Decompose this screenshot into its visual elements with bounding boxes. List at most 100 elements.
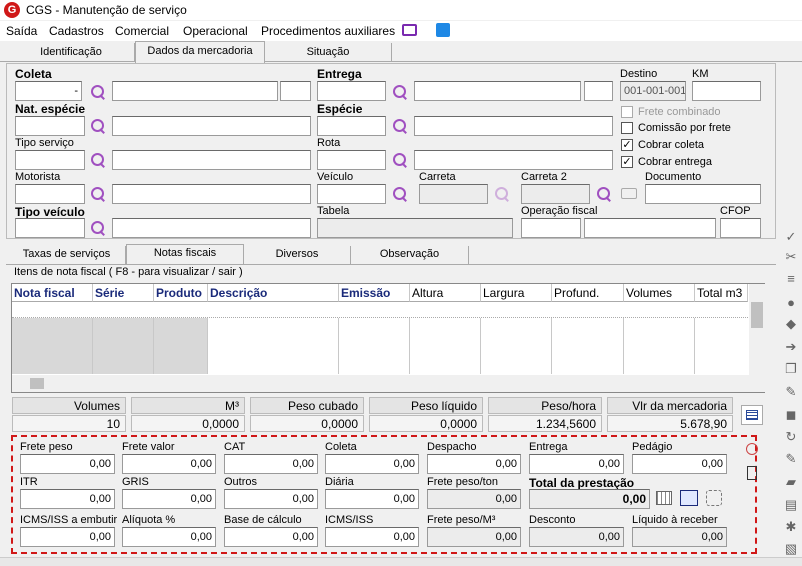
col-volumes[interactable]: Volumes: [624, 284, 695, 302]
veiculo-search-icon[interactable]: [392, 186, 408, 202]
entrega-extra-field[interactable]: [584, 81, 613, 101]
col-total-m3[interactable]: Total m3: [695, 284, 748, 302]
menu-saida[interactable]: Saída: [6, 24, 37, 38]
coleta-number-field[interactable]: -: [15, 81, 82, 101]
menu-cadastros[interactable]: Cadastros: [49, 24, 104, 38]
tab-observacao[interactable]: Observação: [351, 246, 469, 264]
table-row[interactable]: [12, 302, 748, 318]
truck-side-icon[interactable]: ▰: [783, 475, 799, 489]
tipo-veiculo-code-field[interactable]: [15, 218, 85, 238]
frete-valor-field[interactable]: 0,00: [122, 454, 216, 474]
gris-field[interactable]: 0,00: [122, 489, 216, 509]
export-icon[interactable]: ➔: [783, 340, 799, 354]
tag-icon[interactable]: ◆: [783, 317, 799, 331]
col-descricao[interactable]: Descrição: [208, 284, 339, 302]
carreta2-search-icon[interactable]: [596, 186, 612, 202]
rota-search-icon[interactable]: [392, 152, 408, 168]
menu-operacional[interactable]: Operacional: [183, 24, 248, 38]
diaria-field[interactable]: 0,00: [325, 489, 419, 509]
icms-iss-field[interactable]: 0,00: [325, 527, 419, 547]
entrega-search-icon[interactable]: [392, 84, 408, 100]
veiculo-field[interactable]: [317, 184, 386, 204]
col-produto[interactable]: Produto: [154, 284, 208, 302]
chat-icon[interactable]: ◼: [783, 408, 799, 422]
tipo-servico-name-field[interactable]: [112, 150, 311, 170]
calculator-icon[interactable]: [741, 405, 763, 425]
cfop-field[interactable]: [720, 218, 761, 238]
refresh-icon[interactable]: ↻: [783, 430, 799, 444]
alert-icon[interactable]: [746, 443, 758, 455]
gear-icon[interactable]: ✱: [783, 520, 799, 534]
menu-procedimentos-auxiliares[interactable]: Procedimentos auxiliares: [261, 24, 395, 38]
icms-iss-embutir-field[interactable]: 0,00: [20, 527, 115, 547]
frete-peso-field[interactable]: 0,00: [20, 454, 115, 474]
doc-side-icon[interactable]: ▧: [783, 542, 799, 556]
tab-situacao[interactable]: Situação: [265, 43, 392, 62]
tab-diversos[interactable]: Diversos: [244, 246, 351, 264]
coleta-extra-field[interactable]: [280, 81, 311, 101]
especie-name-field[interactable]: [414, 116, 613, 136]
especie-code-field[interactable]: [317, 116, 386, 136]
tab-taxas-de-servicos[interactable]: Taxas de serviços: [8, 246, 126, 264]
motorista-code-field[interactable]: [15, 184, 85, 204]
edit-icon[interactable]: ✎: [783, 452, 799, 466]
menu-comercial[interactable]: Comercial: [115, 24, 169, 38]
coleta-name-field[interactable]: [112, 81, 278, 101]
col-nota-fiscal[interactable]: Nota fiscal: [12, 284, 93, 302]
menu-lines-icon[interactable]: ≡: [783, 272, 799, 286]
col-profund[interactable]: Profund.: [552, 284, 624, 302]
table-grid-icon[interactable]: [656, 491, 672, 505]
settings-icon[interactable]: [706, 490, 722, 506]
monitor-icon[interactable]: [402, 24, 417, 36]
scrollbar-thumb[interactable]: [751, 302, 763, 328]
nat-especie-search-icon[interactable]: [90, 118, 106, 134]
tipo-veiculo-name-field[interactable]: [112, 218, 311, 238]
rota-code-field[interactable]: [317, 150, 386, 170]
copy-icon[interactable]: ❐: [783, 362, 799, 376]
outros-field[interactable]: 0,00: [224, 489, 318, 509]
despacho-field[interactable]: 0,00: [427, 454, 521, 474]
operacao-fiscal-name-field[interactable]: [584, 218, 716, 238]
motorista-search-icon[interactable]: [90, 186, 106, 202]
col-altura[interactable]: Altura: [410, 284, 481, 302]
entrega-number-field[interactable]: [317, 81, 386, 101]
documento-field[interactable]: [645, 184, 761, 204]
tool-icon[interactable]: ✂: [783, 250, 799, 264]
col-largura[interactable]: Largura: [481, 284, 552, 302]
circle-icon[interactable]: ●: [783, 296, 799, 310]
frete-combinado-checkbox[interactable]: [621, 106, 633, 118]
motorista-name-field[interactable]: [112, 184, 311, 204]
vertical-scrollbar[interactable]: [749, 284, 765, 376]
aliquota-field[interactable]: 0,00: [122, 527, 216, 547]
km-field[interactable]: [692, 81, 761, 101]
tab-identificacao[interactable]: Identificação: [8, 43, 135, 62]
nat-especie-code-field[interactable]: [15, 116, 85, 136]
itr-field[interactable]: 0,00: [20, 489, 115, 509]
tipo-veiculo-search-icon[interactable]: [90, 220, 106, 236]
print-icon[interactable]: ▤: [783, 498, 799, 512]
coleta-value-field[interactable]: 0,00: [325, 454, 419, 474]
tab-notas-fiscais[interactable]: Notas fiscais: [126, 244, 244, 265]
coleta-search-icon[interactable]: [90, 84, 106, 100]
cat-field[interactable]: 0,00: [224, 454, 318, 474]
base-calculo-field[interactable]: 0,00: [224, 527, 318, 547]
rota-name-field[interactable]: [414, 150, 613, 170]
hscroll-thumb[interactable]: [30, 378, 44, 389]
comissao-por-frete-checkbox[interactable]: [621, 122, 633, 134]
nat-especie-name-field[interactable]: [112, 116, 311, 136]
tipo-servico-code-field[interactable]: [15, 150, 85, 170]
confirm-check-icon[interactable]: ✓: [783, 230, 799, 244]
horizontal-scrollbar[interactable]: [12, 375, 765, 392]
cobrar-coleta-checkbox[interactable]: ✓: [621, 139, 633, 151]
wrench-icon[interactable]: ✎: [783, 385, 799, 399]
pedagio-field[interactable]: 0,00: [632, 454, 727, 474]
nf-grid[interactable]: Nota fiscal Série Produto Descrição Emis…: [11, 283, 765, 393]
document-icon[interactable]: [747, 466, 757, 480]
entrega-name-field[interactable]: [414, 81, 581, 101]
tab-dados-da-mercadoria[interactable]: Dados da mercadoria: [135, 41, 265, 63]
entrega-value-field[interactable]: 0,00: [529, 454, 624, 474]
col-emissao[interactable]: Emissão: [339, 284, 410, 302]
especie-search-icon[interactable]: [392, 118, 408, 134]
col-serie[interactable]: Série: [93, 284, 154, 302]
cobrar-entrega-checkbox[interactable]: ✓: [621, 156, 633, 168]
